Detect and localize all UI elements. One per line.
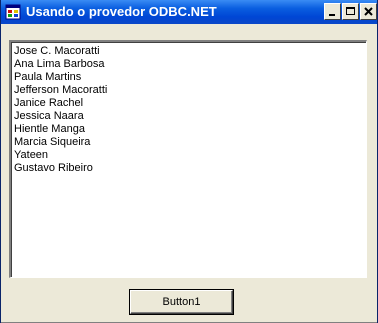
list-item[interactable]: Jose C. Macoratti [14, 45, 107, 58]
list-item[interactable]: Paula Martins [14, 71, 107, 84]
list-item[interactable]: Jefferson Macoratti [14, 84, 107, 97]
app-icon[interactable] [5, 4, 21, 20]
maximize-button[interactable] [342, 3, 359, 20]
close-icon [364, 7, 373, 16]
names-listbox[interactable]: Jose C. Macoratti Ana Lima Barbosa Paula… [9, 40, 367, 278]
window-title: Usando o provedor ODBC.NET [26, 4, 217, 19]
minimize-button[interactable] [324, 3, 341, 20]
maximize-icon [346, 7, 355, 15]
list-item[interactable]: Hientle Manga [14, 123, 107, 136]
app-window: Usando o provedor ODBC.NET Jose C. Macor… [0, 0, 378, 323]
title-bar[interactable]: Usando o provedor ODBC.NET [1, 0, 377, 24]
listbox-items: Jose C. Macoratti Ana Lima Barbosa Paula… [14, 45, 107, 175]
button1[interactable]: Button1 [130, 290, 233, 314]
list-item[interactable]: Jessica Naara [14, 110, 107, 123]
list-item[interactable]: Janice Rachel [14, 97, 107, 110]
list-item[interactable]: Gustavo Ribeiro [14, 162, 107, 175]
close-button[interactable] [360, 3, 377, 20]
list-item[interactable]: Ana Lima Barbosa [14, 58, 107, 71]
minimize-icon [329, 14, 335, 16]
list-item[interactable]: Yateen [14, 149, 107, 162]
list-item[interactable]: Marcia Siqueira [14, 136, 107, 149]
